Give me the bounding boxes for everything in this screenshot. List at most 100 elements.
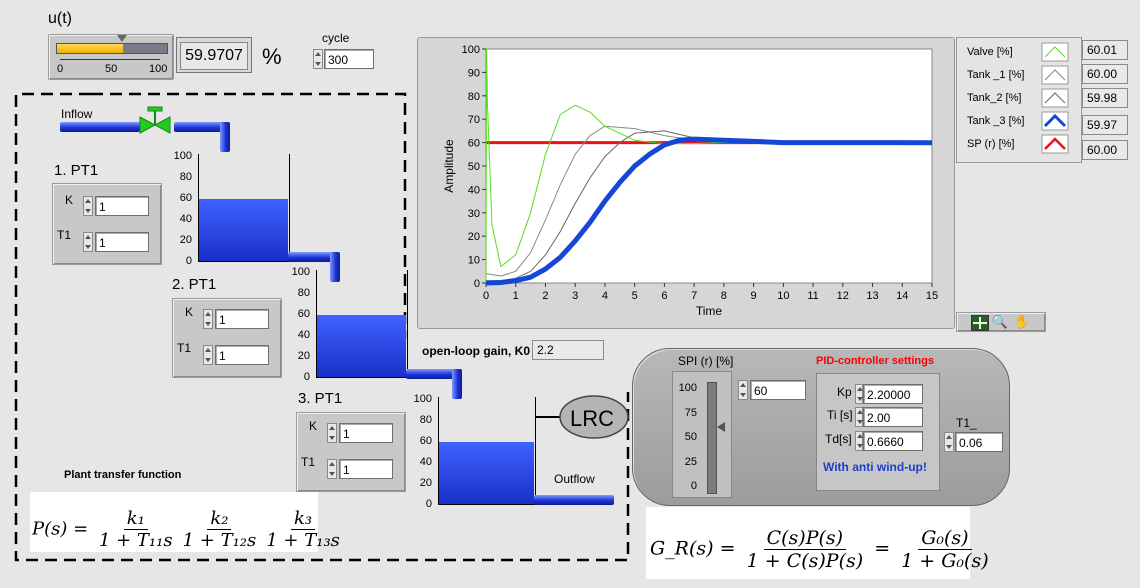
plant-den-1: 1 + T₁₁s (98, 530, 173, 551)
tank1-k-spinner[interactable] (83, 196, 93, 216)
x-tick-label: 2 (542, 290, 548, 302)
tank1-title: 1. PT1 (54, 162, 99, 179)
tank3-params: K 1 T1 1 (296, 412, 406, 492)
lrc-label: LRC (570, 406, 615, 431)
kp-spinner[interactable] (855, 384, 863, 404)
open-loop-value: 2.2 (532, 340, 604, 360)
closed-num-2: G₀(s) (918, 527, 972, 550)
sp-spinner[interactable] (738, 380, 748, 400)
x-tick-label: 5 (632, 290, 638, 302)
zoom-tool-icon[interactable]: 🔍 (991, 314, 1009, 330)
y-tick-label: 60 (468, 138, 480, 150)
tank1-k-label: K (65, 193, 74, 207)
closed-den-2: 1 + G₀(s) (901, 550, 989, 572)
x-tick-label: 9 (751, 290, 757, 302)
tank2-tick: 40 (297, 329, 310, 341)
plant-num-2: k₂ (207, 508, 232, 530)
y-axis-label: Amplitude (442, 139, 456, 193)
tank3-k-spinner[interactable] (327, 423, 337, 443)
tank1-t-input[interactable]: 1 (95, 232, 149, 252)
closed-lhs: G_R(s) = (650, 537, 736, 560)
x-tick-label: 4 (602, 290, 608, 302)
ti-input[interactable]: 2.00 (863, 407, 923, 427)
td-label: Td[s] (825, 432, 852, 446)
tank2-value: 59.98 (1082, 88, 1128, 108)
td-input[interactable]: 0.6660 (863, 431, 923, 451)
antiwindup-label: With anti wind-up! (823, 460, 927, 474)
tank3-t-spinner[interactable] (327, 459, 337, 479)
plant-num-1: k₁ (123, 508, 148, 530)
plant-transfer-formula: P(s) = k₁ 1 + T₁₁s k₂ 1 + T₁₂s k₃ 1 + T₁₃s (30, 492, 340, 552)
y-tick-label: 100 (462, 44, 480, 56)
outflow-label: Outflow (554, 472, 595, 486)
legend-tank1: Tank _1 [%] (967, 69, 1025, 81)
t1-label: T1_ (956, 416, 977, 430)
chart-legend[interactable]: Valve [%] Tank _1 [%] Tank_2 [%] Tank _3… (956, 37, 1082, 163)
closed-loop-formula: G_R(s) = C(s)P(s) 1 + C(s)P(s) = G₀(s) 1 +… (646, 507, 989, 579)
kp-input[interactable]: 2.20000 (863, 384, 923, 404)
tank3-value: 59.97 (1082, 115, 1128, 135)
valve-icon[interactable] (138, 104, 176, 136)
tank2-title: 2. PT1 (172, 276, 217, 293)
tank2-k-input[interactable]: 1 (215, 309, 269, 329)
y-tick-label: 20 (468, 231, 480, 243)
cursor-tool-icon[interactable] (971, 315, 989, 331)
pan-tool-icon[interactable]: ✋ (1013, 314, 1031, 330)
legend-tank2: Tank_2 [%] (967, 92, 1022, 104)
y-tick-label: 30 (468, 208, 480, 220)
pid-settings: Kp 2.20000 Ti [s] 2.00 Td[s] 0.6660 With… (816, 373, 940, 491)
sp-input[interactable]: 60 (750, 380, 806, 400)
response-chart[interactable]: 01020304050607080901000 1 2 3 4 5 6 7 8 9 10 11 12 13… (417, 37, 953, 327)
y-tick-label: 40 (468, 184, 480, 196)
tank1-tick: 80 (179, 171, 192, 183)
y-tick-label: 0 (474, 278, 480, 290)
open-loop-label: open-loop gain, K0 (422, 344, 530, 358)
tank2-t-label: T1 (177, 341, 192, 355)
tank3-k-input[interactable]: 1 (339, 423, 393, 443)
x-tick-label: 14 (896, 290, 908, 302)
t1-input[interactable]: 0.06 (955, 432, 1003, 452)
tank1-k-input[interactable]: 1 (95, 196, 149, 216)
pipe-2-3-down (452, 369, 462, 399)
tank2-t-input[interactable]: 1 (215, 345, 269, 365)
closed-num-1: C(s)P(s) (763, 527, 847, 550)
sp-thumb[interactable] (717, 422, 725, 433)
y-tick-label: 90 (468, 67, 480, 79)
sp-tick: 0 (690, 480, 697, 492)
ti-spinner[interactable] (855, 407, 863, 427)
x-tick-label: 1 (513, 290, 519, 302)
tank2-k-spinner[interactable] (203, 309, 213, 329)
tank2-tick: 80 (297, 287, 310, 299)
td-spinner[interactable] (855, 431, 863, 451)
x-axis-label: Time (696, 304, 723, 318)
t1-spinner[interactable] (944, 432, 954, 452)
legend-swatch-box (1041, 88, 1069, 108)
legend-swatch-box (1041, 42, 1069, 62)
x-tick-label: 6 (661, 290, 667, 302)
inflow-pipe-down (220, 122, 230, 152)
plot-area (485, 48, 933, 284)
legend-swatch-box (1041, 65, 1069, 85)
x-tick-label: 15 (926, 290, 938, 302)
y-tick-label: 50 (468, 161, 480, 173)
pid-title: PID-controller settings (816, 355, 934, 367)
tank3-t-input[interactable]: 1 (339, 459, 393, 479)
sp-tick: 50 (684, 431, 697, 443)
tank3-tick: 0 (425, 498, 432, 510)
tank1-tick: 0 (185, 255, 192, 267)
x-tick-label: 8 (721, 290, 727, 302)
legend-sp: SP (r) [%] (967, 138, 1015, 150)
legend-valve: Valve [%] (967, 46, 1013, 58)
graph-palette: 🔍 ✋ (956, 312, 1046, 332)
tank1-t-spinner[interactable] (83, 232, 93, 252)
kp-label: Kp (837, 385, 852, 399)
sp-slider[interactable]: 100 75 50 25 0 (672, 371, 732, 498)
tank1-tick: 100 (173, 150, 192, 162)
closed-eq: = (874, 537, 891, 560)
tank2-t-spinner[interactable] (203, 345, 213, 365)
tank3-t-label: T1 (301, 455, 316, 469)
sp-tick: 25 (684, 456, 697, 468)
x-tick-label: 7 (691, 290, 697, 302)
x-tick-label: 3 (572, 290, 578, 302)
x-tick-label: 13 (866, 290, 878, 302)
